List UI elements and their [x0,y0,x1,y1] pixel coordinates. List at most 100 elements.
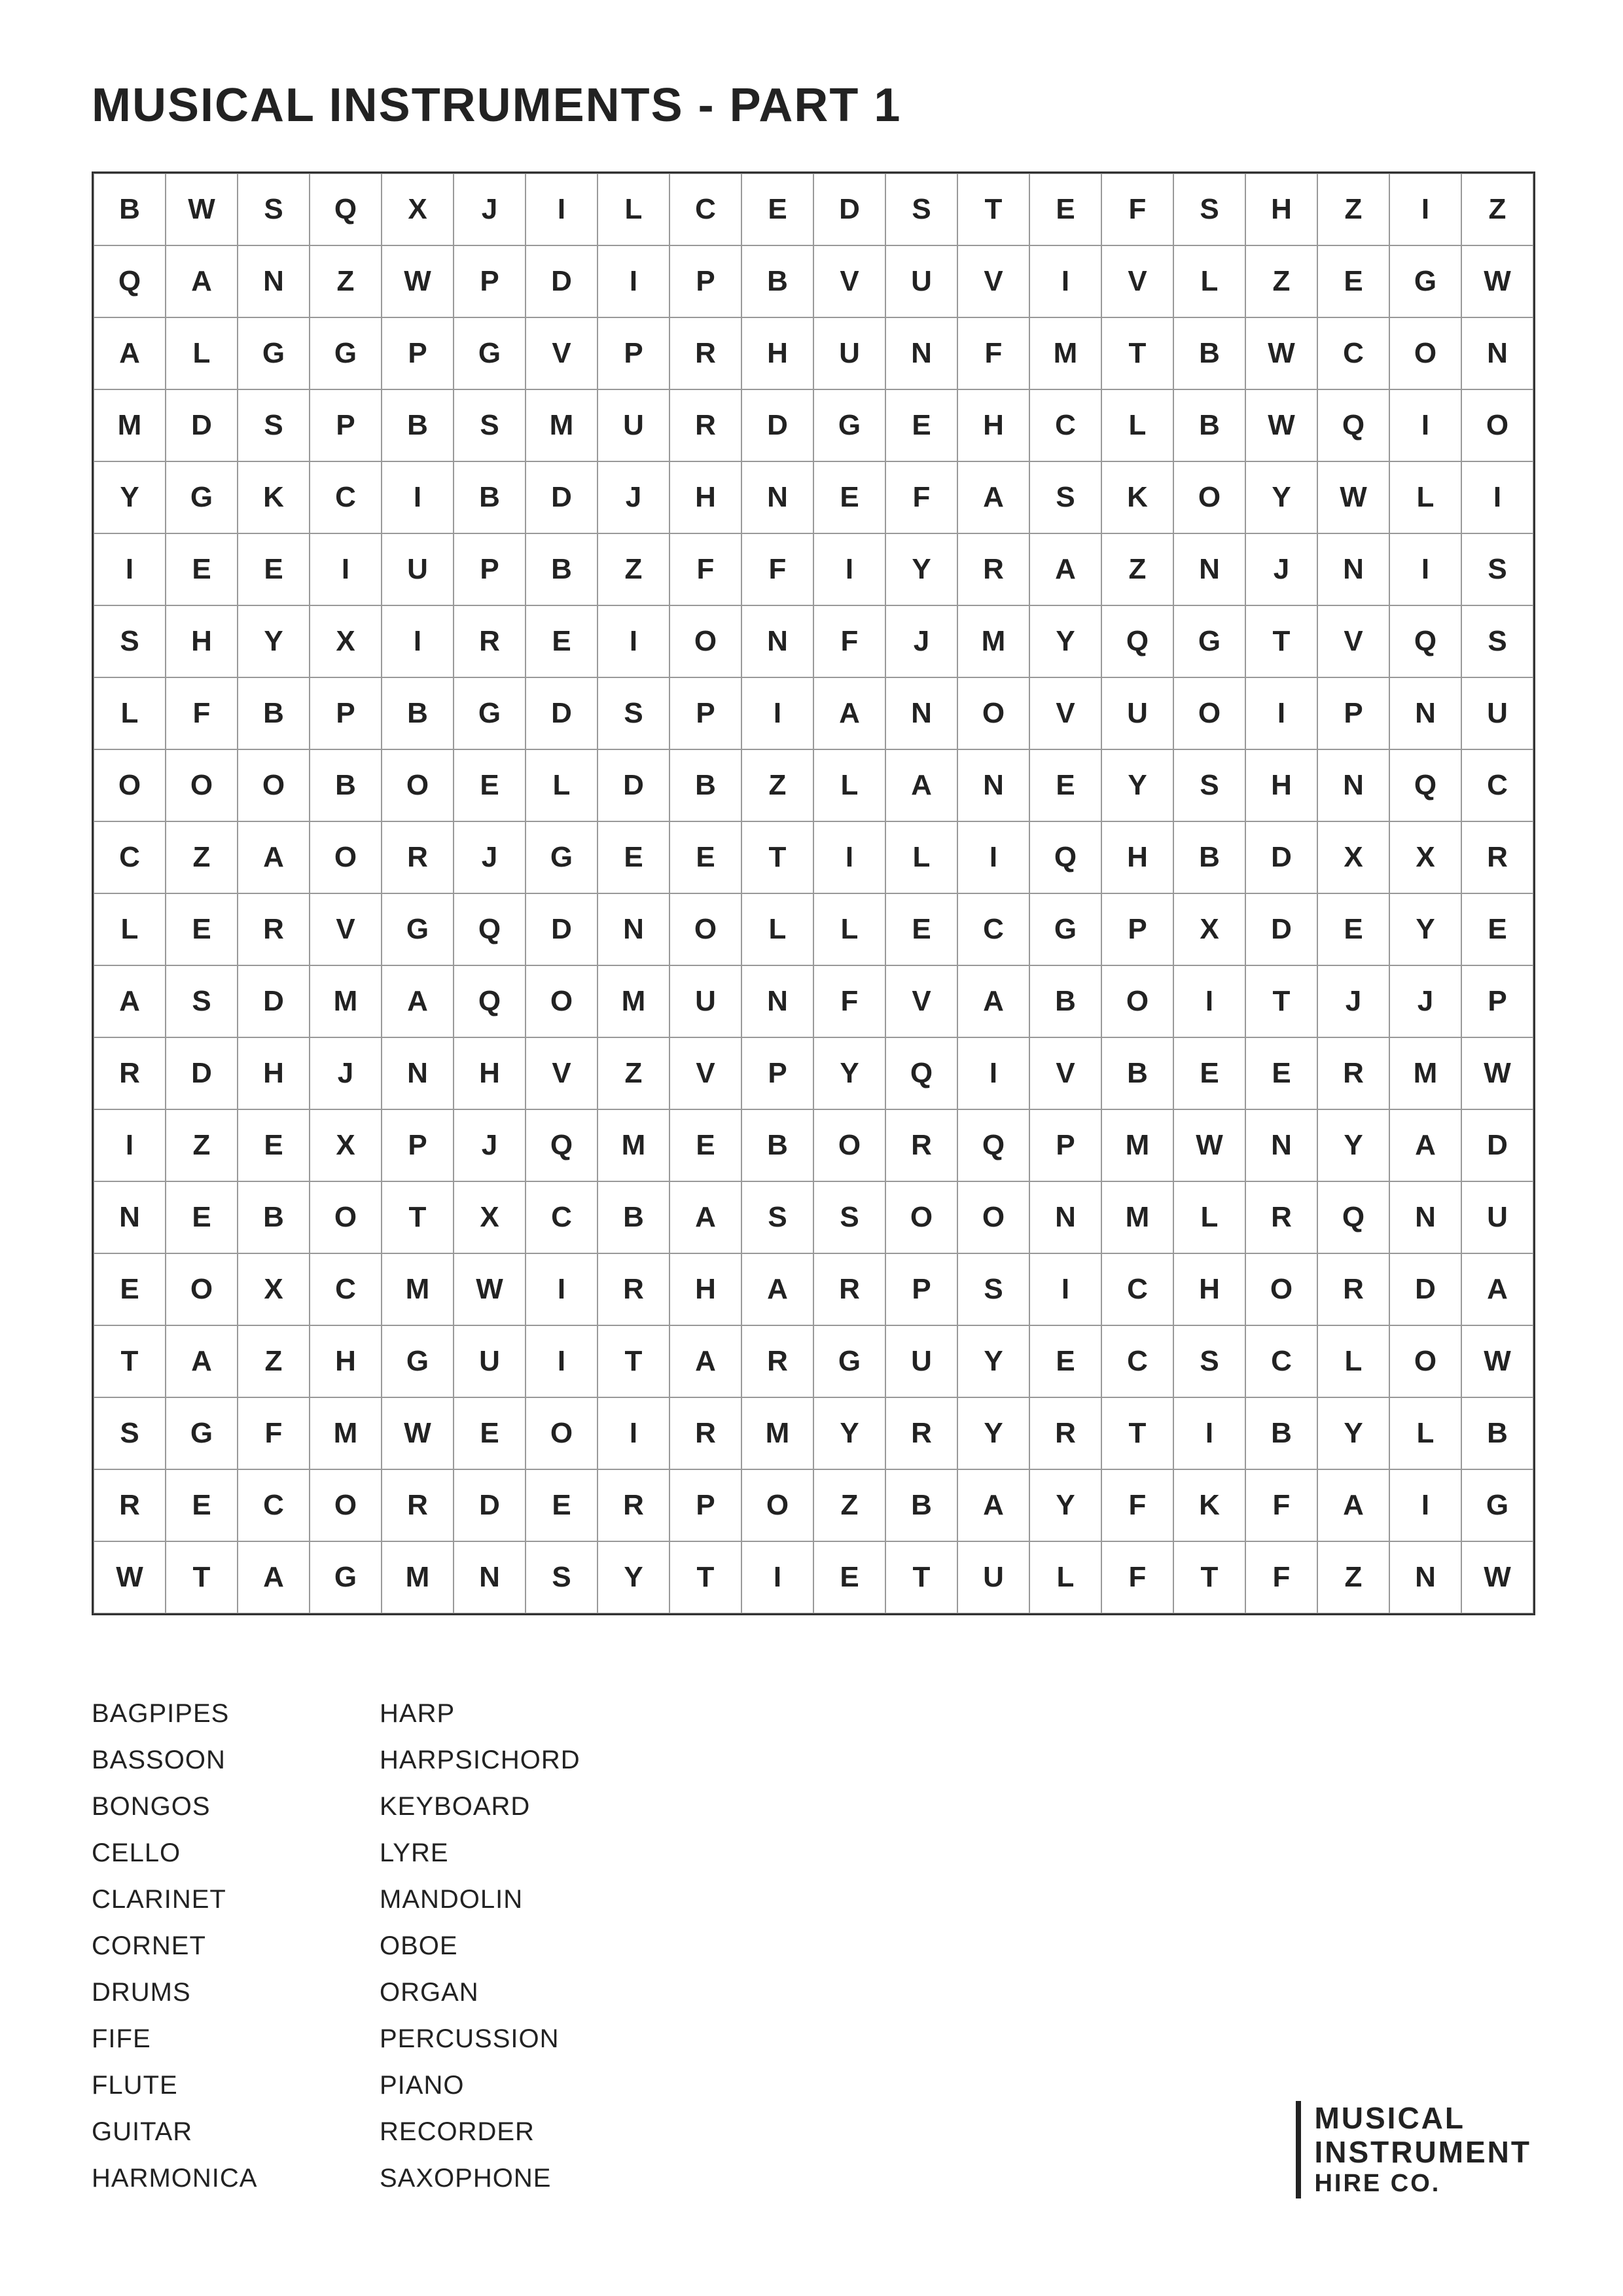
grid-row: YGKCIBDJHNEFASKOYWLI [94,461,1533,533]
grid-cell: A [1029,533,1101,605]
grid-cell: I [957,1037,1029,1109]
grid-cell: O [1101,965,1173,1037]
grid-cell: I [741,677,813,749]
grid-cell: G [526,821,597,893]
grid-cell: K [1173,1469,1245,1541]
grid-cell: T [597,1325,669,1397]
grid-cell: D [1245,893,1317,965]
word-item: CLARINET [92,1880,380,1920]
grid-cell: R [669,1397,741,1469]
grid-cell: C [94,821,166,893]
grid-cell: T [957,173,1029,245]
grid-cell: K [238,461,310,533]
grid-cell: Y [1317,1109,1389,1181]
grid-cell: Q [885,1037,957,1109]
grid-cell: A [166,245,238,317]
grid-cell: O [957,677,1029,749]
grid-cell: Q [454,965,526,1037]
grid-cell: R [813,1253,885,1325]
grid-cell: P [669,1469,741,1541]
word-item: DRUMS [92,1973,380,2013]
grid-cell: H [957,389,1029,461]
grid-row: WTAGMNSYTIETULFTFZNW [94,1541,1533,1613]
grid-cell: F [166,677,238,749]
grid-cell: E [526,605,597,677]
grid-cell: X [238,1253,310,1325]
grid-cell: W [1317,461,1389,533]
grid-cell: O [310,1469,382,1541]
grid-cell: G [310,1541,382,1613]
grid-cell: B [1461,1397,1533,1469]
grid-cell: R [1317,1253,1389,1325]
grid-cell: N [1389,1541,1461,1613]
grid-cell: P [454,533,526,605]
grid-cell: I [1389,533,1461,605]
grid-cell: H [454,1037,526,1109]
grid-cell: L [1173,1181,1245,1253]
grid-cell: Z [1245,245,1317,317]
grid-cell: D [166,1037,238,1109]
grid-cell: U [885,245,957,317]
grid-cell: W [1173,1109,1245,1181]
grid-cell: P [1101,893,1173,965]
grid-cell: Y [1245,461,1317,533]
grid-cell: C [1029,389,1101,461]
grid-cell: E [166,533,238,605]
grid-cell: B [1101,1037,1173,1109]
grid-cell: V [1317,605,1389,677]
grid-cell: Z [597,533,669,605]
grid-cell: R [238,893,310,965]
grid-cell: N [1245,1109,1317,1181]
grid-cell: R [94,1037,166,1109]
grid-cell: C [1245,1325,1317,1397]
grid-cell: E [166,1181,238,1253]
grid-cell: R [1317,1037,1389,1109]
grid-row: LFBPBGDSPIANOVUOIPNU [94,677,1533,749]
grid-cell: E [238,533,310,605]
grid-cell: D [1245,821,1317,893]
grid-cell: F [813,965,885,1037]
grid-cell: R [94,1469,166,1541]
grid-cell: E [454,1397,526,1469]
grid-cell: U [669,965,741,1037]
grid-cell: C [310,1253,382,1325]
grid-cell: J [1245,533,1317,605]
grid-cell: T [94,1325,166,1397]
grid-cell: C [1101,1325,1173,1397]
grid-cell: F [1101,1541,1173,1613]
grid-cell: S [1461,533,1533,605]
grid-cell: Q [1029,821,1101,893]
grid-cell: V [1101,245,1173,317]
grid-cell: N [1389,677,1461,749]
grid-cell: S [1461,605,1533,677]
grid-cell: E [1245,1037,1317,1109]
word-item: MANDOLIN [380,1880,668,1920]
grid-cell: J [885,605,957,677]
grid-cell: C [1101,1253,1173,1325]
grid-cell: R [597,1469,669,1541]
grid-cell: E [1461,893,1533,965]
grid-cell: Q [1317,389,1389,461]
grid-cell: X [310,605,382,677]
grid-cell: W [1245,389,1317,461]
grid-cell: A [957,1469,1029,1541]
grid-cell: O [310,1181,382,1253]
grid-cell: D [813,173,885,245]
grid-cell: B [597,1181,669,1253]
grid-cell: B [669,749,741,821]
grid-cell: T [885,1541,957,1613]
grid-cell: D [526,461,597,533]
grid-cell: W [454,1253,526,1325]
grid-row: ALGGPGVPRHUNFMTBWCON [94,317,1533,389]
grid-cell: B [1173,389,1245,461]
grid-cell: H [1245,749,1317,821]
grid-cell: H [1245,173,1317,245]
grid-cell: O [1245,1253,1317,1325]
grid-cell: I [1389,1469,1461,1541]
grid-cell: E [741,173,813,245]
grid-cell: I [1389,389,1461,461]
grid-cell: S [1029,461,1101,533]
grid-cell: C [1461,749,1533,821]
grid-row: SHYXIREIONFJMYQGTVQS [94,605,1533,677]
grid-cell: F [1101,173,1173,245]
